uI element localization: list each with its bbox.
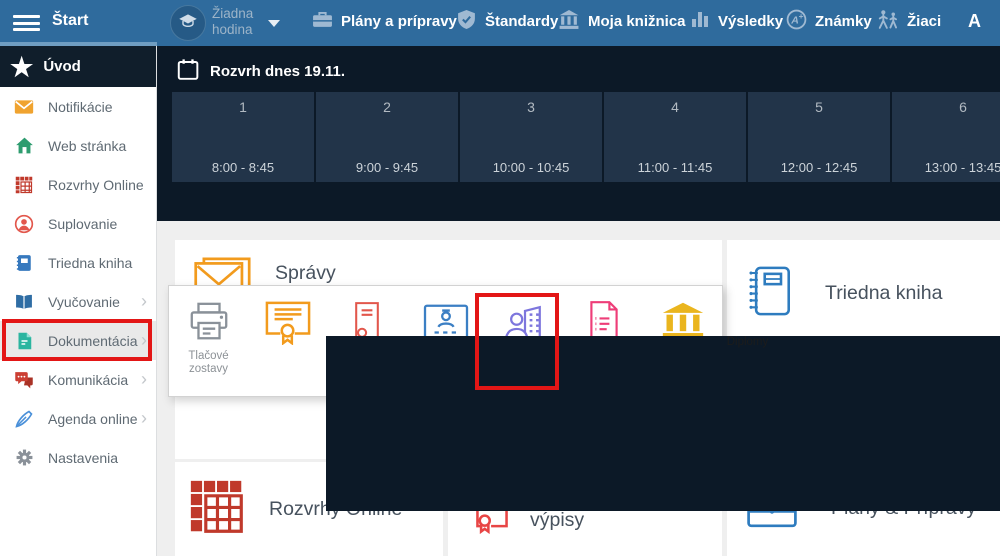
nav-standardy[interactable]: Štandardy [456, 0, 558, 42]
tab-start[interactable]: Štart [52, 0, 88, 42]
sidebar-item-rozvrhy-online[interactable]: Rozvrhy Online [0, 165, 156, 204]
chevron-right-icon: › [141, 368, 147, 390]
schedule-slot-4[interactable]: 4 11:00 - 11:45 [604, 92, 746, 182]
gear-icon [14, 448, 34, 468]
schedule-slot-5[interactable]: 5 12:00 - 12:45 [748, 92, 890, 182]
sidebar-item-komunikacia[interactable]: Komunikácia › [0, 360, 156, 399]
schedule-slot-1[interactable]: 1 8:00 - 8:45 [172, 92, 314, 182]
document-icon [14, 331, 34, 351]
chevron-right-icon: › [141, 329, 147, 351]
bank-icon [558, 9, 580, 34]
open-book-icon [14, 292, 34, 312]
person-circle-icon [14, 214, 34, 234]
sidebar-item-triedna-kniha[interactable]: Triedna kniha [0, 243, 156, 282]
schedule-slot-6[interactable]: 6 13:00 - 13:45 [892, 92, 1000, 182]
sidebar-item-suplovanie[interactable]: Suplovanie [0, 204, 156, 243]
nav-vysledky[interactable]: Výsledky [690, 0, 783, 42]
graduation-cap-icon [178, 11, 198, 36]
notebook-icon [14, 253, 34, 273]
sidebar-item-notifikacie[interactable]: Notifikácie [0, 87, 156, 126]
grade-circle-icon: A+ [786, 9, 807, 34]
star-icon: ★ [10, 54, 33, 80]
sidebar-item-uvod[interactable]: ★ Úvod [0, 46, 156, 87]
diploma-icon [263, 298, 313, 346]
timetable-grid-large-icon [189, 479, 245, 540]
dokumentacia-flyout: Tlačové zostavy Diplomy Opatrenia / rozh… [168, 285, 723, 397]
shield-check-icon [456, 9, 477, 34]
bar-chart-icon [690, 9, 710, 33]
house-icon [14, 136, 34, 156]
schedule-slots: 1 8:00 - 8:45 2 9:00 - 9:45 3 10:00 - 10… [172, 92, 1000, 182]
calendar-icon [177, 58, 200, 85]
sidebar-item-web-stranka[interactable]: Web stránka [0, 126, 156, 165]
nav-znamky[interactable]: A+ Známky [786, 0, 872, 42]
chevron-right-icon: › [141, 290, 147, 312]
tile-triedna-kniha-label: Triedna kniha [825, 282, 942, 305]
chat-bubbles-icon [14, 370, 34, 390]
tile-spravy-label: Správy [275, 262, 336, 285]
schedule-panel: Rozvrh dnes 19.11. 1 8:00 - 8:45 2 9:00 … [157, 46, 1000, 221]
edupage-dashboard: Štart Žiadna hodina Plány a prípravy Šta… [0, 0, 1000, 556]
current-lesson-button[interactable] [170, 5, 206, 41]
sidebar: ★ Úvod Notifikácie Web stránka Rozvrhy O… [0, 46, 157, 556]
nav-moja-kniznica[interactable]: Moja knižnica [558, 0, 686, 42]
chevron-right-icon: › [141, 407, 147, 429]
schedule-header: Rozvrh dnes 19.11. [177, 58, 345, 85]
schedule-slot-3[interactable]: 3 10:00 - 10:45 [460, 92, 602, 182]
lesson-status[interactable]: Žiadna hodina [212, 6, 253, 38]
tile-triedna-kniha[interactable]: Triedna kniha [727, 240, 1000, 347]
schedule-title: Rozvrh dnes 19.11. [210, 63, 345, 80]
briefcase-icon [312, 9, 333, 34]
pen-icon [14, 409, 34, 429]
students-icon [876, 9, 899, 34]
svg-text:+: + [799, 10, 804, 20]
nav-ziaci[interactable]: Žiaci [876, 0, 941, 42]
hamburger-menu-icon[interactable] [13, 15, 40, 31]
chevron-down-icon[interactable] [268, 20, 280, 27]
flyout-item-tlacove-zostavy[interactable]: Tlačové zostavy [169, 286, 248, 396]
printer-icon [186, 298, 232, 346]
sidebar-item-dokumentacia[interactable]: Dokumentácia › [0, 321, 156, 360]
active-tab-underline [0, 42, 157, 46]
user-menu[interactable]: A [968, 0, 981, 42]
nav-plany-a-pripravy[interactable]: Plány a prípravy [312, 0, 457, 42]
sidebar-item-vyucovanie[interactable]: Vyučovanie › [0, 282, 156, 321]
sidebar-item-agenda-online[interactable]: Agenda online › [0, 399, 156, 438]
flyout-item-diplomy[interactable]: Diplomy [248, 286, 327, 396]
envelope-icon [14, 97, 34, 117]
spiral-notebook-icon [745, 262, 793, 325]
timetable-grid-icon [14, 175, 34, 195]
sidebar-item-nastavenia[interactable]: Nastavenia [0, 438, 156, 477]
topbar: Štart Žiadna hodina Plány a prípravy Šta… [0, 0, 1000, 46]
schedule-slot-2[interactable]: 2 9:00 - 9:45 [316, 92, 458, 182]
svg-text:A: A [790, 14, 799, 26]
